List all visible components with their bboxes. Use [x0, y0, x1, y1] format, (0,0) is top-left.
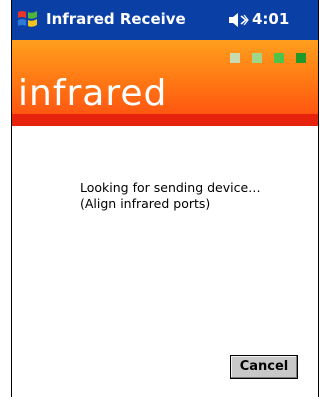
banner-logo: infrared — [18, 73, 168, 114]
banner-bar — [12, 114, 318, 126]
speaker-icon[interactable] — [228, 12, 250, 28]
signal-dot-3 — [274, 53, 284, 63]
infrared-banner: infrared — [12, 40, 318, 126]
status-line-1: Looking for sending device… — [80, 180, 261, 195]
cancel-button[interactable]: Cancel — [230, 355, 298, 379]
signal-dot-2 — [252, 53, 262, 63]
status-message: Looking for sending device… (Align infra… — [80, 180, 261, 212]
screen: Infrared Receive 4:01 infrared Looking f… — [11, 0, 319, 397]
signal-indicator — [230, 53, 310, 65]
device-frame: Infrared Receive 4:01 infrared Looking f… — [0, 0, 324, 397]
status-line-2: (Align infrared ports) — [80, 196, 211, 211]
clock[interactable]: 4:01 — [252, 9, 289, 29]
left-edge — [0, 0, 11, 397]
signal-dot-4 — [296, 53, 306, 63]
app-title: Infrared Receive — [46, 10, 186, 28]
windows-flag-icon[interactable] — [16, 7, 40, 31]
taskbar: Infrared Receive 4:01 — [12, 0, 318, 40]
signal-dot-1 — [230, 53, 240, 63]
